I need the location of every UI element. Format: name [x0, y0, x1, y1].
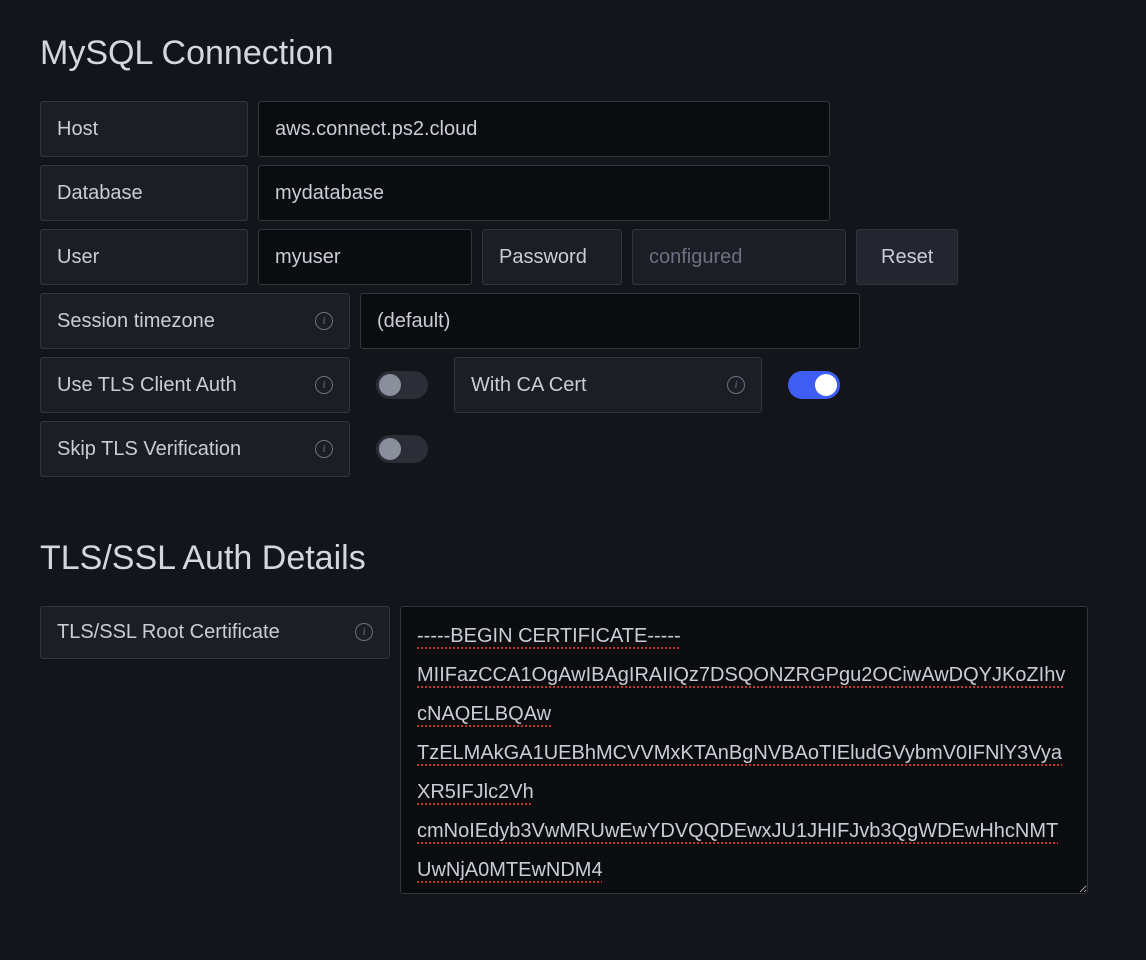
label-host: Host: [40, 101, 248, 157]
user-input[interactable]: [258, 229, 472, 285]
session-timezone-input[interactable]: [360, 293, 860, 349]
label-database: Database: [40, 165, 248, 221]
info-icon-use-tls-client-auth[interactable]: [315, 376, 333, 394]
label-user: User: [40, 229, 248, 285]
label-user-text: User: [57, 246, 99, 269]
label-skip-tls-verification: Skip TLS Verification: [40, 421, 350, 477]
toggle-skip-tls-verification[interactable]: [376, 435, 428, 463]
toggle-cell-with-ca-cert: [772, 357, 856, 413]
info-icon: [727, 376, 745, 394]
label-password-text: Password: [499, 246, 587, 269]
info-icon: [315, 376, 333, 394]
label-with-ca-cert-text: With CA Cert: [471, 374, 587, 397]
info-icon: [315, 312, 333, 330]
label-use-tls-client-auth-text: Use TLS Client Auth: [57, 374, 237, 397]
database-input[interactable]: [258, 165, 830, 221]
label-root-cert: TLS/SSL Root Certificate: [40, 606, 390, 659]
label-use-tls-client-auth: Use TLS Client Auth: [40, 357, 350, 413]
reset-password-button[interactable]: Reset: [856, 229, 958, 285]
info-icon-with-ca-cert[interactable]: [727, 376, 745, 394]
host-input[interactable]: [258, 101, 830, 157]
label-host-text: Host: [57, 118, 98, 141]
label-password: Password: [482, 229, 622, 285]
info-icon-session-timezone[interactable]: [315, 312, 333, 330]
info-icon: [355, 623, 373, 641]
info-icon: [315, 440, 333, 458]
label-session-timezone: Session timezone: [40, 293, 350, 349]
info-icon-root-cert[interactable]: [355, 623, 373, 641]
toggle-use-tls-client-auth[interactable]: [376, 371, 428, 399]
label-with-ca-cert: With CA Cert: [454, 357, 762, 413]
label-root-cert-text: TLS/SSL Root Certificate: [57, 621, 280, 644]
info-icon-skip-tls-verification[interactable]: [315, 440, 333, 458]
label-skip-tls-verification-text: Skip TLS Verification: [57, 438, 241, 461]
toggle-cell-skip-tls-verification: [360, 421, 444, 477]
label-session-timezone-text: Session timezone: [57, 310, 215, 333]
root-cert-textarea[interactable]: [400, 606, 1088, 894]
toggle-cell-use-tls-client-auth: [360, 357, 444, 413]
password-input[interactable]: [632, 229, 846, 285]
label-database-text: Database: [57, 182, 143, 205]
toggle-with-ca-cert[interactable]: [788, 371, 840, 399]
section-title-mysql: MySQL Connection: [40, 34, 1106, 73]
section-title-tls: TLS/SSL Auth Details: [40, 539, 1106, 578]
